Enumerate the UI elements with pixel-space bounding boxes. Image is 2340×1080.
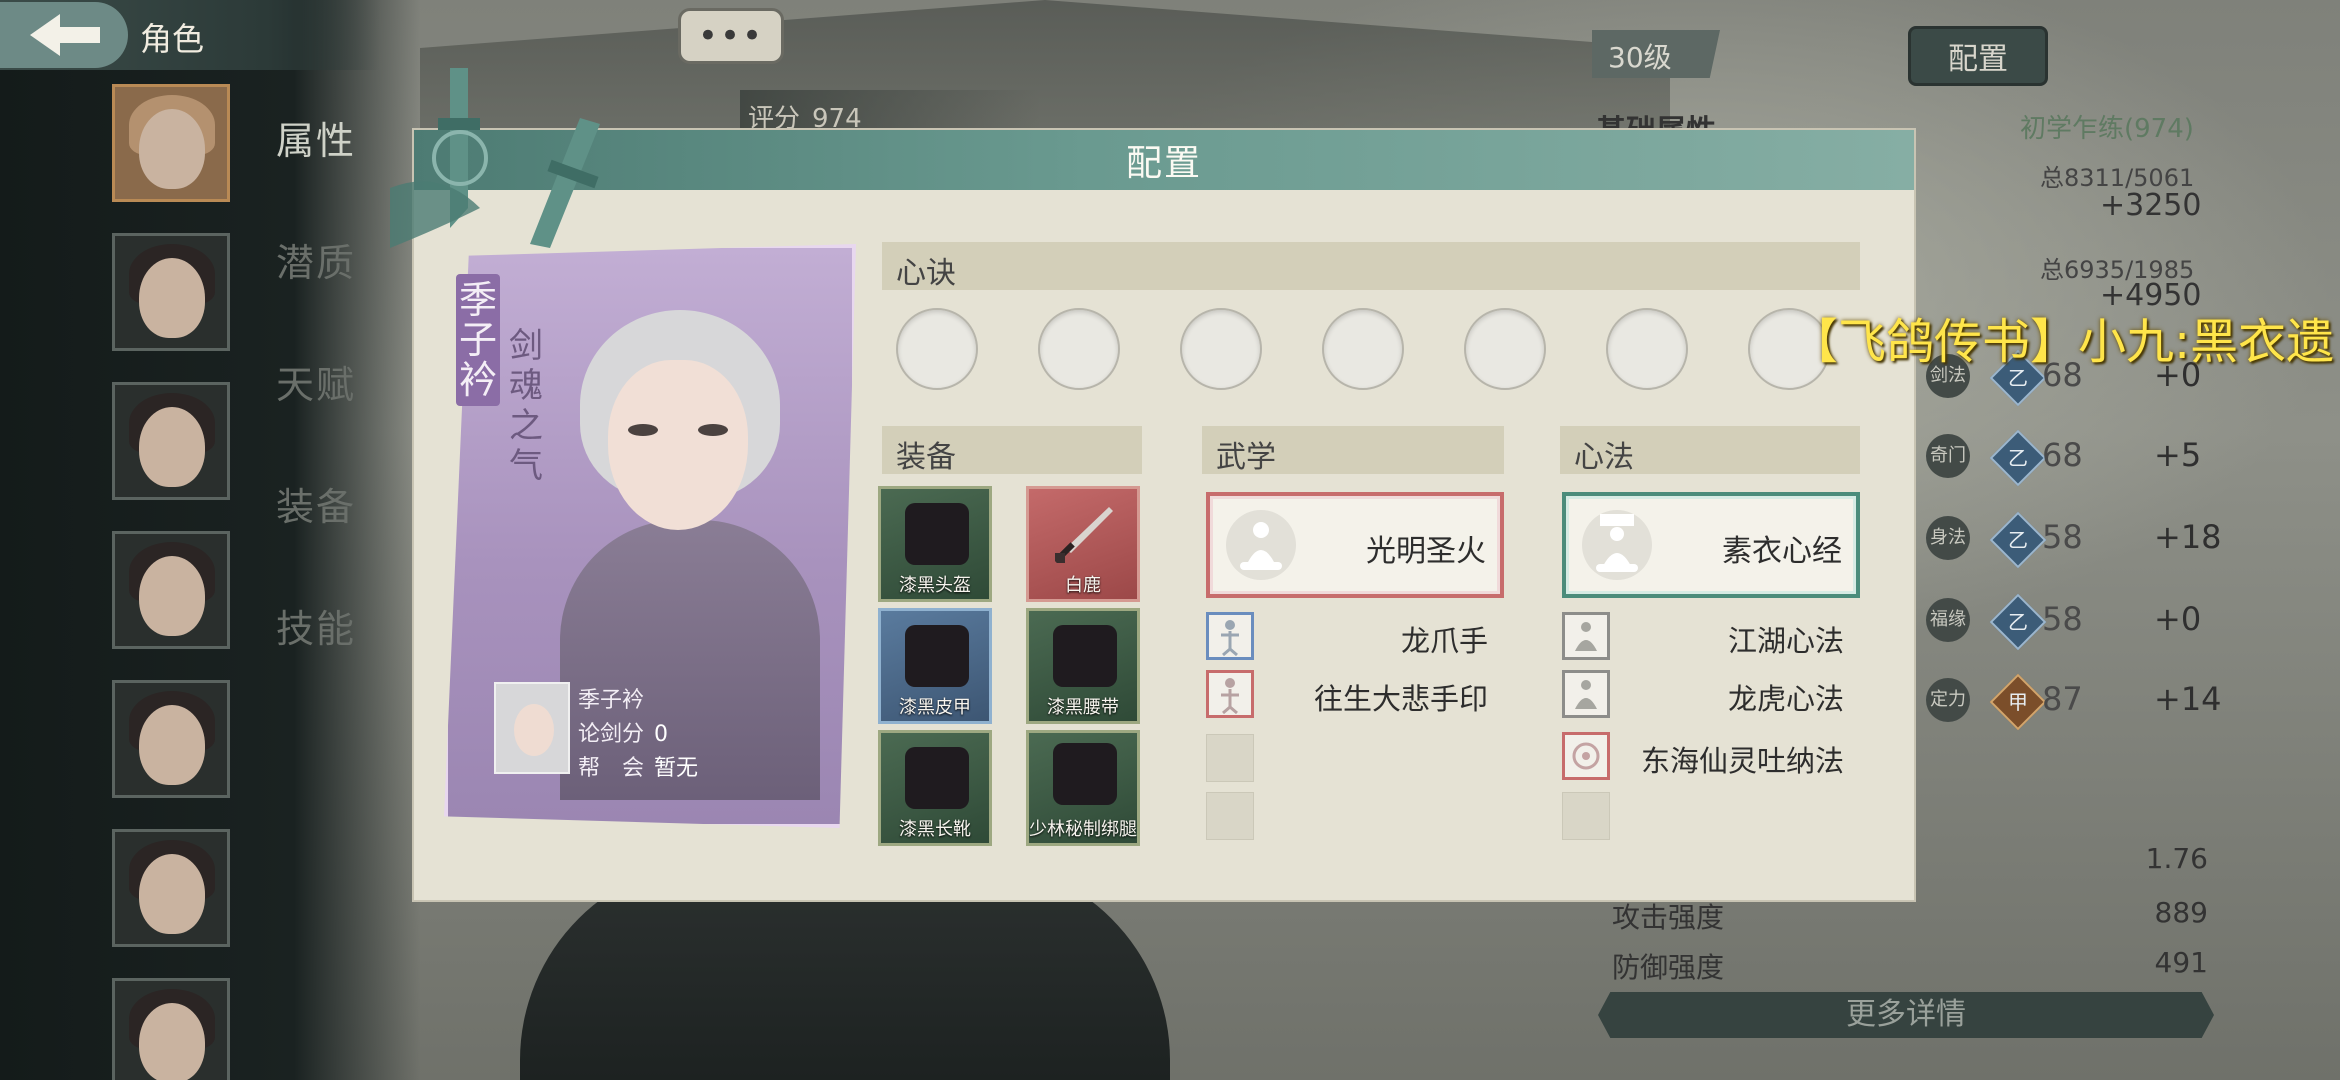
stat-value: 1.76 [2145,842,2208,875]
martial-heading: 武学 [1202,426,1504,475]
xinjue-slot-6[interactable] [1606,308,1688,390]
character-title: 剑魂之气 [509,326,543,486]
stats-rank: 初学乍练(974) [2020,114,2194,144]
dragon-claw-icon [1206,612,1254,660]
party-avatar-6[interactable] [112,829,230,947]
back-arrow-icon [30,14,100,56]
fortune-icon: 福缘 [1926,598,1970,642]
mini-avatar [494,682,570,774]
party-avatar-1[interactable] [112,84,230,202]
equipment-heading: 装备 [882,426,1142,475]
xinjue-slot-4[interactable] [1322,308,1404,390]
stat-value: 491 [2154,946,2208,979]
martial-skill-row[interactable]: 往生大悲手印 [1206,670,1488,720]
back-button[interactable] [0,2,128,68]
heart-method-row[interactable]: 江湖心法 [1562,612,1844,662]
heart-method-main-skill[interactable]: 素衣心经 [1562,492,1860,598]
party-avatar-3[interactable] [112,382,230,500]
composure-icon: 定力 [1926,678,1970,722]
config-button[interactable]: 配置 [1908,26,2048,86]
lotus-seal-icon [1562,732,1610,780]
heart-method-heading: 心法 [1560,426,1860,475]
card-info-guild: 帮 会暂无 [578,756,699,781]
equipment-slot-helmet[interactable]: 漆黑头盔 [878,486,992,602]
leggings-icon [1053,743,1117,805]
chat-bubble-button[interactable]: ••• [678,8,784,64]
character-portrait-eyes [628,424,728,440]
card-info-duel: 论剑分 0 [578,722,669,747]
attribute-row: 奇门 乙 68 +5 [1920,429,2220,487]
party-avatar-7[interactable] [112,978,230,1080]
helmet-icon [905,503,969,565]
martial-empty-slot[interactable] [1206,734,1254,782]
xinjue-slot-2[interactable] [1038,308,1120,390]
nav-potential[interactable]: 潜质 [276,232,356,287]
attribute-row: 定力 甲 87 +14 [1920,673,2222,731]
party-avatar-5[interactable] [112,680,230,798]
martial-main-skill[interactable]: 光明圣火 [1206,492,1504,598]
stat-delta: +3250 [2100,188,2202,223]
character-name: 季子衿 [456,274,500,406]
seated-figure-icon [1562,612,1610,660]
palm-seal-icon [1206,670,1254,718]
martial-skill-row[interactable]: 龙爪手 [1206,612,1488,662]
attribute-row: 身法 乙 58 +18 [1920,511,2222,569]
xinjue-slot-3[interactable] [1180,308,1262,390]
equipment-slot-belt[interactable]: 漆黑腰带 [1026,608,1140,724]
xinjue-slot-1[interactable] [896,308,978,390]
more-details-button[interactable]: 更多详情 [1598,992,2214,1038]
sword-icon [1055,507,1113,563]
crossed-swords-icon [390,68,600,248]
page-title: 角色 [140,20,205,58]
party-avatar-4[interactable] [112,531,230,649]
grade-gem-icon: 乙 [1989,511,2047,569]
attribute-row: 福缘 乙 58 +0 [1920,593,2220,651]
score-tag: 评分 974 [740,90,1040,134]
stat-label: 攻击强度 [1612,901,1725,934]
level-badge: 30级 [1592,30,1720,78]
equipment-slot-boots[interactable]: 漆黑长靴 [878,730,992,846]
belt-icon [1053,625,1117,687]
heart-method-row[interactable]: 东海仙灵吐纳法 [1562,732,1844,782]
xinjue-slot-5[interactable] [1464,308,1546,390]
stat-label: 防御强度 [1612,951,1725,984]
xinjue-heading: 心诀 [882,242,1860,291]
meditating-figure-icon [1226,510,1296,580]
agility-icon: 身法 [1926,516,1970,560]
card-info-name: 季子衿 [578,688,645,713]
boots-icon [905,747,969,809]
seated-figure-icon [1562,670,1610,718]
left-nav-panel: 角色 属性 潜质 天赋 装备 技能 [0,0,420,1080]
grade-gem-icon: 乙 [1989,429,2047,487]
grade-gem-icon: 乙 [1989,593,2047,651]
nav-skills[interactable]: 技能 [276,598,356,653]
nav-equipment[interactable]: 装备 [276,476,356,531]
announcement-ticker: 【飞鸽传书】小九:黑衣遗 [1790,314,2335,370]
heart-method-empty-slot[interactable] [1562,792,1610,840]
nav-talent[interactable]: 天赋 [276,354,356,409]
equipment-slot-leggings[interactable]: 少林秘制绑腿 [1026,730,1140,846]
stat-value: 889 [2154,896,2208,929]
equipment-slot-weapon[interactable]: 白鹿 [1026,486,1140,602]
equipment-slot-armor[interactable]: 漆黑皮甲 [878,608,992,724]
character-portrait-face [608,360,748,530]
meditating-figure-icon [1582,510,1652,580]
nav-attributes[interactable]: 属性 [276,110,356,165]
heart-method-row[interactable]: 龙虎心法 [1562,670,1844,720]
martial-empty-slot[interactable] [1206,792,1254,840]
party-avatar-2[interactable] [112,233,230,351]
qimen-icon: 奇门 [1926,434,1970,478]
armor-icon [905,625,969,687]
grade-gem-icon: 甲 [1989,673,2047,731]
